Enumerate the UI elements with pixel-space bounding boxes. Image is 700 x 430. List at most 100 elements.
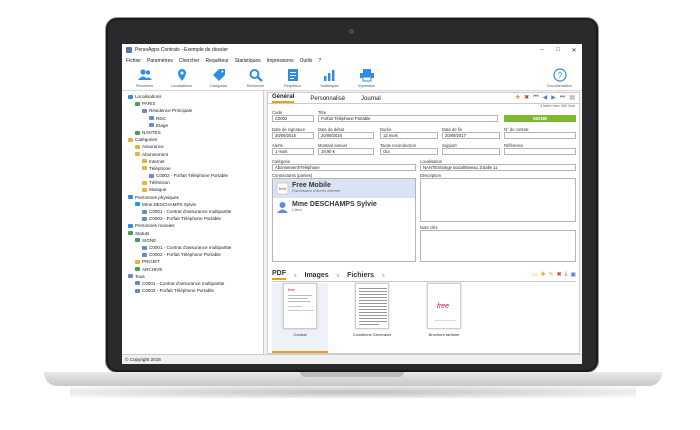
save-icon[interactable]: ▣: [570, 271, 576, 278]
alerte-field[interactable]: 1 mois: [272, 148, 314, 155]
tree-item-label: Localisations: [135, 94, 162, 99]
tree-item[interactable]: Tous: [122, 273, 263, 280]
print-icon[interactable]: ▤: [569, 94, 575, 101]
tree-item[interactable]: C0001 - Contrat d'assurance multipartite: [122, 244, 263, 251]
tree-item[interactable]: Statuts: [122, 230, 263, 237]
tree-item[interactable]: Catégories: [122, 136, 263, 143]
prev-record-icon[interactable]: ◀: [543, 94, 548, 101]
next-record-icon[interactable]: ▶: [551, 94, 556, 101]
chart-icon: [323, 70, 334, 81]
menu-item-4[interactable]: Statistiques: [235, 58, 261, 64]
numero-field[interactable]: [504, 132, 576, 139]
tree-item[interactable]: Télévision: [122, 179, 263, 186]
tree-item[interactable]: Internet: [122, 158, 263, 165]
add-icon[interactable]: ✚: [515, 94, 520, 101]
app-logo-icon: [126, 47, 132, 53]
localisation-field[interactable]: NANTES\Siège social\Niveau 1\Salle 11: [420, 164, 576, 171]
notes-field[interactable]: [420, 230, 576, 262]
svg-text:?: ?: [557, 71, 562, 80]
tree-item[interactable]: ARCHIVE: [122, 266, 263, 273]
tab-journal[interactable]: Journal: [361, 96, 381, 103]
menu-item-6[interactable]: Outils: [300, 58, 313, 64]
tree-node-icon: [135, 281, 140, 286]
titre-field[interactable]: Forfait Téléphone Portable: [318, 115, 498, 122]
montant-field[interactable]: 19,90 €: [318, 148, 374, 155]
toolbar-button-statistiques[interactable]: Statistiques: [311, 68, 348, 90]
tab-general[interactable]: Général: [272, 94, 295, 103]
reference-field[interactable]: [504, 148, 576, 155]
tab-personnalise[interactable]: Personnalisé: [310, 96, 345, 103]
toolbar-button-localisations[interactable]: Localisations: [163, 68, 200, 90]
tree-item[interactable]: Personnes morales: [122, 222, 263, 229]
tree-item[interactable]: Résidence Principale: [122, 107, 263, 114]
tree-item[interactable]: Téléphone: [122, 165, 263, 172]
tree-item[interactable]: C0002 - Forfait Téléphone Portable: [122, 287, 263, 294]
menu-item-7[interactable]: ?: [318, 58, 321, 64]
remove-document-icon[interactable]: ✖: [557, 271, 562, 278]
documentation-button[interactable]: ? Documentation: [541, 68, 578, 90]
delete-icon[interactable]: ✖: [524, 94, 529, 101]
contractants-list: free Free Mobile Fournisseur d'Accès Int…: [272, 178, 416, 262]
menu-item-0[interactable]: Fichier: [126, 58, 141, 64]
toolbar-button-impression[interactable]: Impression: [348, 68, 385, 90]
document-thumbnail[interactable]: free Contrat: [272, 283, 328, 353]
tacite-field[interactable]: Oui: [380, 148, 438, 155]
tree-item[interactable]: C0001 - Contrat d'assurance multipartite: [122, 280, 263, 287]
export-icon[interactable]: ⤓: [565, 271, 568, 278]
first-record-icon[interactable]: ⏮: [533, 94, 538, 101]
tree-item[interactable]: Mme DESCHAMPS Sylvie: [122, 201, 263, 208]
categorie-field[interactable]: Abonnement\Téléphone: [272, 164, 416, 171]
tree-item-label: Télévision: [149, 180, 170, 186]
close-button[interactable]: ✕: [566, 47, 582, 54]
toolbar-button-personnes[interactable]: Personnes: [126, 68, 163, 90]
tab-pdf[interactable]: PDF: [272, 270, 286, 280]
tree-item[interactable]: PARIS: [122, 100, 263, 107]
tree-item[interactable]: C0002 - Forfait Téléphone Portable: [122, 172, 263, 179]
minimize-button[interactable]: –: [534, 47, 550, 53]
duree-field[interactable]: 12 mois: [380, 132, 438, 139]
tree-item[interactable]: C0002 - Forfait Téléphone Portable: [122, 215, 263, 222]
menu-item-1[interactable]: Paramètres: [147, 58, 173, 64]
list-item[interactable]: free Free Mobile Fournisseur d'Accès Int…: [273, 179, 415, 198]
tree-item[interactable]: Etage: [122, 122, 263, 129]
add-document-icon[interactable]: ✚: [541, 271, 546, 278]
tree-item[interactable]: PROJET: [122, 258, 263, 265]
status-badge[interactable]: SIGNE: [504, 115, 576, 122]
document-thumbnail[interactable]: Conditions Générales: [344, 283, 400, 353]
document-thumbnail[interactable]: free Brochure tarifaire: [416, 283, 472, 353]
tree-item[interactable]: C0002 - Forfait Téléphone Portable: [122, 251, 263, 258]
menu-item-2[interactable]: Chercher: [179, 58, 200, 64]
code-field[interactable]: C0002: [272, 115, 314, 122]
signature-field[interactable]: 20/09/2016: [272, 132, 314, 139]
tree-item[interactable]: C0001 - Contrat d'assurance multipartite: [122, 208, 263, 215]
list-item[interactable]: Mme DESCHAMPS Sylvie Client: [273, 198, 415, 217]
menu-item-5[interactable]: Impressions: [267, 58, 294, 64]
navigation-tree[interactable]: Localisations PARIS Résidence Principale RD…: [122, 91, 264, 354]
menu-item-3[interactable]: Requêteur: [205, 58, 228, 64]
tree-item[interactable]: Assurance: [122, 143, 263, 150]
tree-item[interactable]: Musique: [122, 186, 263, 193]
toolbar-button-requ-teur[interactable]: Requêteur: [274, 68, 311, 90]
last-record-icon[interactable]: ⏭: [560, 94, 565, 101]
tree-item[interactable]: NANTES: [122, 129, 263, 136]
support-field[interactable]: [442, 148, 500, 155]
toolbar-button-recherche[interactable]: Recherche: [237, 68, 274, 90]
contractant-name: Free Mobile: [292, 182, 331, 189]
toolbar-button-cat-gories[interactable]: Catégories: [200, 68, 237, 90]
tab-fichiers[interactable]: Fichiers: [347, 272, 374, 280]
person-icon: [277, 202, 288, 213]
debut-field[interactable]: 20/09/2016: [318, 132, 374, 139]
tree-item[interactable]: Personnes physiques: [122, 194, 263, 201]
tree-item[interactable]: Localisations: [122, 93, 263, 100]
tree-item[interactable]: Abonnement: [122, 151, 263, 158]
tree-item[interactable]: SIGNE: [122, 237, 263, 244]
folder-icon[interactable]: ▭: [532, 271, 538, 278]
description-field[interactable]: [420, 178, 576, 222]
tree-item[interactable]: RDC: [122, 115, 263, 122]
maximize-button[interactable]: □: [550, 47, 566, 53]
fin-field[interactable]: 20/09/2017: [442, 132, 500, 139]
tree-node-icon: [135, 144, 140, 149]
edit-icon[interactable]: ✎: [549, 271, 554, 278]
tree-item-label: C0001 - Contrat d'assurance multipartite: [149, 209, 232, 214]
tab-images[interactable]: Images: [305, 272, 329, 280]
